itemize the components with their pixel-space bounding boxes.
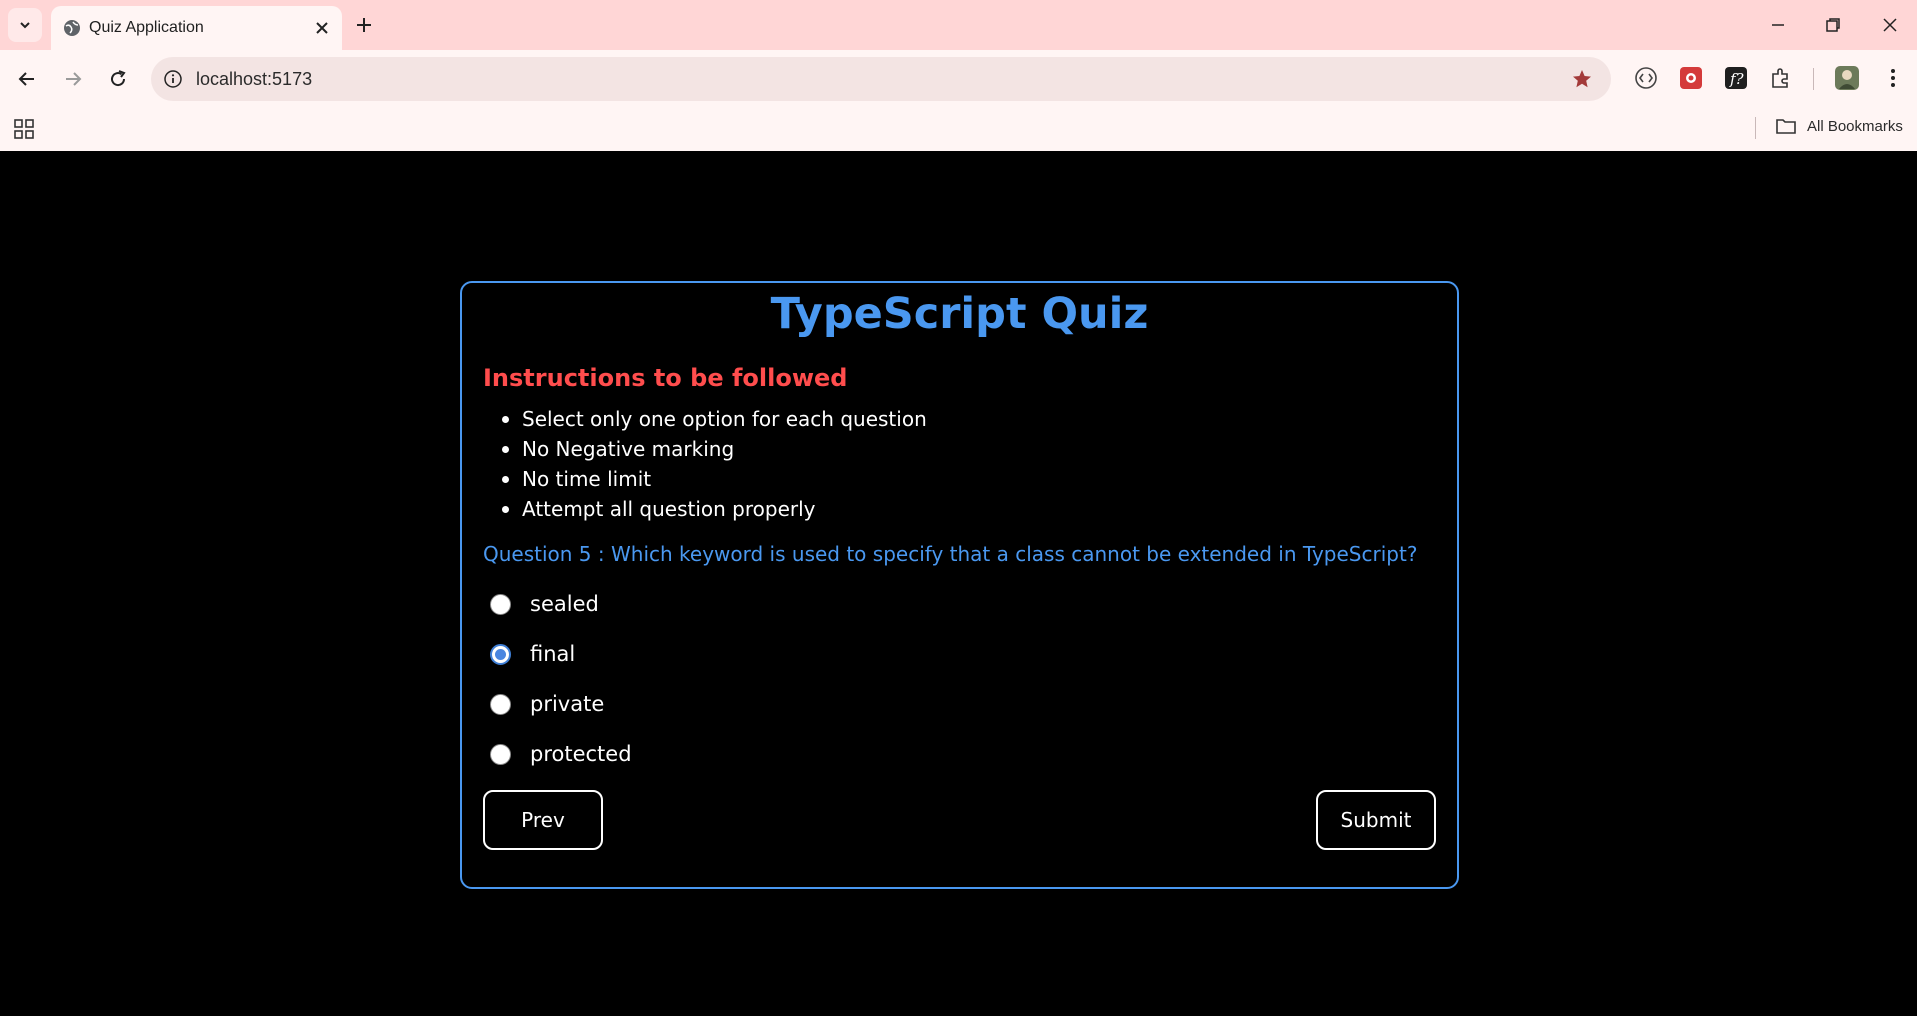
kebab-menu-icon[interactable] bbox=[1880, 65, 1906, 91]
back-arrow-icon[interactable] bbox=[15, 67, 39, 91]
bookmark-star-icon[interactable] bbox=[1571, 68, 1593, 90]
instructions-heading: Instructions to be followed bbox=[483, 364, 848, 392]
radio-button[interactable] bbox=[490, 743, 511, 765]
tab-title: Quiz Application bbox=[89, 19, 204, 36]
answer-options: sealed final private protected bbox=[490, 579, 632, 779]
question-text: Question 5 : Which keyword is used to sp… bbox=[483, 542, 1418, 566]
option-protected[interactable]: protected bbox=[490, 729, 632, 779]
submit-button[interactable]: Submit bbox=[1316, 790, 1436, 850]
apps-grid-icon[interactable] bbox=[13, 118, 35, 140]
option-label[interactable]: private bbox=[530, 692, 604, 716]
minimize-icon[interactable] bbox=[1766, 13, 1790, 37]
bookmarks-bar: All Bookmarks bbox=[0, 108, 1917, 151]
instructions-list: Select only one option for each question… bbox=[502, 404, 927, 524]
new-tab-icon[interactable] bbox=[352, 13, 376, 37]
chevron-down-icon bbox=[20, 22, 30, 29]
all-bookmarks-button[interactable]: All Bookmarks bbox=[1775, 116, 1903, 136]
close-icon[interactable] bbox=[312, 18, 332, 38]
radio-button[interactable] bbox=[490, 693, 511, 715]
extension-red-icon[interactable] bbox=[1678, 65, 1704, 91]
bookmarks-divider bbox=[1755, 117, 1756, 139]
option-final[interactable]: final bbox=[490, 629, 632, 679]
instruction-item: Attempt all question properly bbox=[502, 494, 927, 524]
instruction-item: Select only one option for each question bbox=[502, 404, 927, 434]
quiz-title: TypeScript Quiz bbox=[770, 289, 1149, 339]
page-viewport: TypeScript Quiz Instructions to be follo… bbox=[0, 151, 1917, 1016]
globe-icon bbox=[64, 20, 80, 36]
option-label[interactable]: final bbox=[530, 642, 575, 666]
url-text: localhost:5173 bbox=[196, 69, 313, 89]
browser-tabstrip: Quiz Application bbox=[0, 0, 1917, 50]
restore-icon[interactable] bbox=[1821, 13, 1845, 37]
instruction-item: No time limit bbox=[502, 464, 927, 494]
extension-function-icon[interactable]: f? bbox=[1723, 65, 1749, 91]
option-sealed[interactable]: sealed bbox=[490, 579, 632, 629]
instruction-item: No Negative marking bbox=[502, 434, 927, 464]
radio-button[interactable] bbox=[490, 593, 511, 615]
toolbar-divider bbox=[1813, 68, 1814, 90]
extensions-puzzle-icon[interactable] bbox=[1768, 65, 1794, 91]
reload-icon[interactable] bbox=[106, 67, 130, 91]
option-private[interactable]: private bbox=[490, 679, 632, 729]
folder-icon bbox=[1776, 119, 1796, 134]
active-tab[interactable]: Quiz Application bbox=[51, 6, 342, 50]
all-bookmarks-label: All Bookmarks bbox=[1807, 117, 1903, 135]
prev-button[interactable]: Prev bbox=[483, 790, 603, 850]
svg-text:f?: f? bbox=[1729, 70, 1745, 88]
quiz-card: TypeScript Quiz Instructions to be follo… bbox=[460, 281, 1459, 889]
option-label[interactable]: sealed bbox=[530, 592, 599, 616]
tab-search-button[interactable] bbox=[8, 8, 42, 42]
forward-arrow-icon[interactable] bbox=[61, 67, 85, 91]
window-close-icon[interactable] bbox=[1878, 13, 1902, 37]
site-info-icon[interactable] bbox=[163, 69, 183, 89]
browser-toolbar: localhost:5173 f? bbox=[0, 50, 1917, 108]
address-bar[interactable]: localhost:5173 bbox=[151, 57, 1611, 101]
profile-avatar[interactable] bbox=[1834, 65, 1860, 91]
option-label[interactable]: protected bbox=[530, 742, 632, 766]
extension-code-icon[interactable] bbox=[1633, 65, 1659, 91]
radio-button-selected[interactable] bbox=[490, 643, 511, 665]
